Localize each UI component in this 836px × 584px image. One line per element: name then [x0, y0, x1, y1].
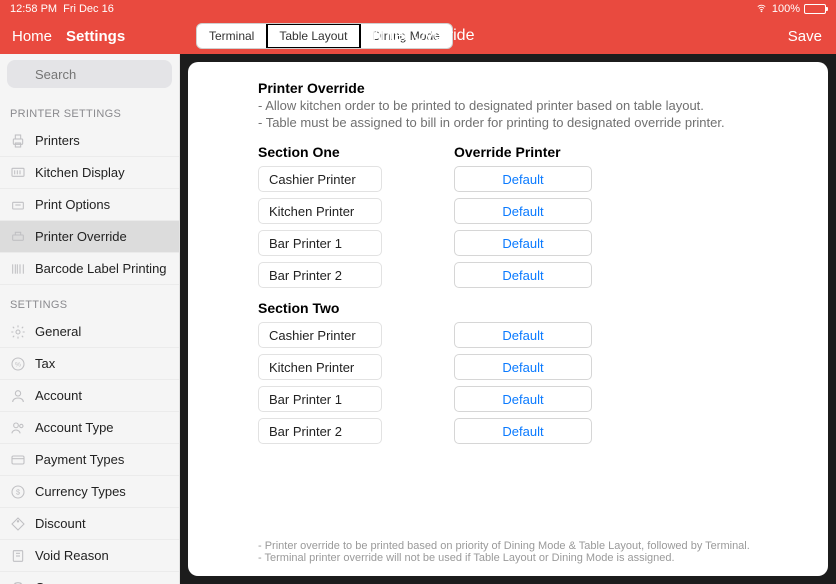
settings-title: Settings: [66, 28, 125, 45]
override-select[interactable]: Default: [454, 386, 592, 412]
payment-icon: [10, 452, 26, 468]
sidebar-item-account-type[interactable]: Account Type: [0, 412, 179, 444]
course-icon: [10, 580, 26, 584]
footnote-1: - Printer override to be printed based o…: [258, 540, 758, 552]
battery-pct: 100%: [772, 3, 800, 15]
printer-override-icon: [10, 229, 26, 245]
printer-name: Bar Printer 2: [258, 418, 382, 444]
printer-name: Cashier Printer: [258, 322, 382, 348]
printer-row: Bar Printer 2 Default: [258, 262, 758, 288]
printer-row: Bar Printer 2 Default: [258, 418, 758, 444]
sidebar-item-barcode-label-printing[interactable]: Barcode Label Printing: [0, 253, 179, 285]
sidebar-item-label: Printer Override: [35, 229, 127, 244]
override-select[interactable]: Default: [454, 230, 592, 256]
override-select[interactable]: Default: [454, 262, 592, 288]
display-icon: [10, 165, 26, 181]
printer-row: Bar Printer 1 Default: [258, 230, 758, 256]
home-link[interactable]: Home: [12, 28, 52, 45]
sidebar-item-label: Discount: [35, 516, 86, 531]
printer-icon: [10, 133, 26, 149]
print-options-icon: [10, 197, 26, 213]
panel-desc-2: - Table must be assigned to bill in orde…: [258, 115, 758, 130]
sidebar-item-label: Account: [35, 388, 82, 403]
tab-table-layout[interactable]: Table Layout: [267, 24, 360, 48]
search-input[interactable]: [7, 60, 172, 88]
sidebar-item-label: General: [35, 324, 81, 339]
sidebar-item-label: Course: [35, 580, 77, 584]
sidebar-item-label: Printers: [35, 133, 80, 148]
printer-name: Bar Printer 1: [258, 230, 382, 256]
printer-name: Kitchen Printer: [258, 354, 382, 380]
sidebar-item-tax[interactable]: % Tax: [0, 348, 179, 380]
sidebar-item-printers[interactable]: Printers: [0, 125, 179, 157]
sidebar-item-course[interactable]: Course: [0, 572, 179, 584]
sidebar-item-label: Kitchen Display: [35, 165, 125, 180]
printer-name: Bar Printer 2: [258, 262, 382, 288]
sidebar-item-label: Print Options: [35, 197, 110, 212]
sidebar-item-label: Payment Types: [35, 452, 124, 467]
wifi-icon: [755, 3, 768, 16]
account-type-icon: [10, 420, 26, 436]
panel-title: Printer Override: [258, 80, 758, 96]
sidebar-item-label: Account Type: [35, 420, 114, 435]
sidebar-item-account[interactable]: Account: [0, 380, 179, 412]
override-select[interactable]: Default: [454, 198, 592, 224]
sidebar-item-label: Currency Types: [35, 484, 126, 499]
sidebar-item-void-reason[interactable]: Void Reason: [0, 540, 179, 572]
status-date: Fri Dec 16: [63, 3, 114, 15]
void-icon: [10, 548, 26, 564]
override-select[interactable]: Default: [454, 322, 592, 348]
battery-icon: [804, 4, 826, 14]
printer-row: Cashier Printer Default: [258, 166, 758, 192]
sidebar: PRINTER SETTINGS Printers Kitchen Display…: [0, 54, 180, 584]
account-icon: [10, 388, 26, 404]
override-select[interactable]: Default: [454, 166, 592, 192]
status-time: 12:58 PM: [10, 3, 57, 15]
barcode-icon: [10, 261, 26, 277]
sidebar-item-print-options[interactable]: Print Options: [0, 189, 179, 221]
override-select[interactable]: Default: [454, 354, 592, 380]
section-name: Section Two: [258, 300, 454, 316]
printer-row: Kitchen Printer Default: [258, 354, 758, 380]
override-select[interactable]: Default: [454, 418, 592, 444]
panel-desc-1: - Allow kitchen order to be printed to d…: [258, 98, 758, 113]
gear-icon: [10, 324, 26, 340]
save-button[interactable]: Save: [788, 28, 822, 45]
discount-icon: [10, 516, 26, 532]
printer-name: Bar Printer 1: [258, 386, 382, 412]
sidebar-item-label: Barcode Label Printing: [35, 261, 167, 276]
currency-icon: $: [10, 484, 26, 500]
footnote-2: - Terminal printer override will not be …: [258, 552, 758, 564]
override-col-header: Override Printer: [454, 144, 561, 160]
sidebar-item-label: Tax: [35, 356, 55, 371]
svg-text:%: %: [15, 361, 21, 368]
svg-text:$: $: [16, 487, 20, 496]
sidebar-item-currency-types[interactable]: $ Currency Types: [0, 476, 179, 508]
sidebar-item-discount[interactable]: Discount: [0, 508, 179, 540]
group-header-settings: SETTINGS: [0, 285, 179, 316]
top-bar: Home Settings Terminal Table Layout Dini…: [0, 18, 836, 54]
sidebar-item-printer-override[interactable]: Printer Override: [0, 221, 179, 253]
sidebar-item-general[interactable]: General: [0, 316, 179, 348]
group-header-printer: PRINTER SETTINGS: [0, 94, 179, 125]
printer-name: Cashier Printer: [258, 166, 382, 192]
main-panel: Printer Override - Allow kitchen order t…: [188, 62, 828, 576]
tax-icon: %: [10, 356, 26, 372]
page-title: Printer Override: [362, 27, 475, 45]
printer-name: Kitchen Printer: [258, 198, 382, 224]
printer-row: Kitchen Printer Default: [258, 198, 758, 224]
sidebar-item-payment-types[interactable]: Payment Types: [0, 444, 179, 476]
printer-row: Bar Printer 1 Default: [258, 386, 758, 412]
section-name: Section One: [258, 144, 454, 160]
tab-terminal[interactable]: Terminal: [197, 24, 267, 48]
status-bar: 12:58 PM Fri Dec 16 100%: [0, 0, 836, 18]
printer-row: Cashier Printer Default: [258, 322, 758, 348]
sidebar-item-label: Void Reason: [35, 548, 109, 563]
sidebar-item-kitchen-display[interactable]: Kitchen Display: [0, 157, 179, 189]
